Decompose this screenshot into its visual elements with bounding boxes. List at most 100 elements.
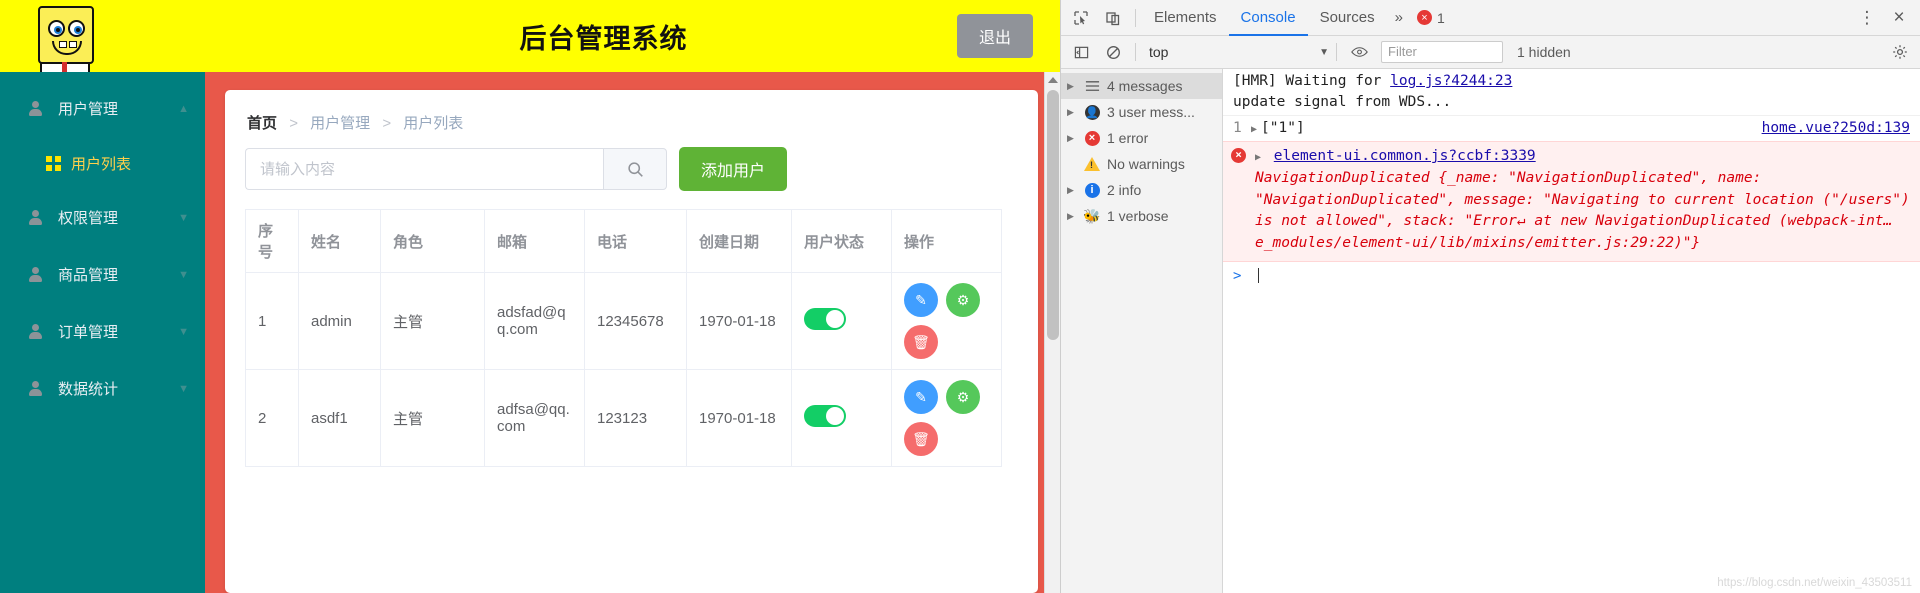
chevron-right-icon[interactable]: ▶ — [1067, 81, 1081, 92]
hmr-source-link[interactable]: log.js?4244:23 — [1390, 73, 1512, 89]
sidebar-item-product-management[interactable]: 商品管理 ▼ — [0, 246, 205, 303]
console-sidebar-icon[interactable] — [1065, 37, 1097, 67]
chevron-down-icon[interactable]: ▼ — [178, 212, 189, 224]
table-header-role: 角色 — [380, 209, 485, 273]
chevron-down-icon[interactable]: ▼ — [178, 383, 189, 395]
settings-icon[interactable]: ⚙ — [946, 283, 980, 317]
object-value[interactable]: ["1"] — [1261, 118, 1305, 139]
chevron-down-icon[interactable]: ▼ — [178, 326, 189, 338]
person-icon — [28, 324, 50, 339]
status-toggle[interactable] — [804, 405, 846, 427]
add-user-button[interactable]: 添加用户 — [679, 147, 788, 191]
console-message-hmr: [HMR] Waiting for log.js?4244:23 update … — [1223, 69, 1920, 115]
cell-date: 1970-01-18 — [686, 272, 792, 370]
error-icon: × — [1416, 10, 1432, 25]
breadcrumb-item-user-list[interactable]: 用户列表 — [403, 115, 463, 132]
chevron-double-right-icon[interactable]: » — [1387, 9, 1411, 26]
sidebar-item-label: 商品管理 — [58, 267, 119, 284]
logout-button[interactable]: 退出 — [956, 14, 1033, 58]
hmr-text-second-line: update signal from WDS... — [1233, 94, 1452, 111]
scrollbar-thumb[interactable] — [1047, 90, 1059, 340]
more-vertical-icon[interactable]: ⋮ — [1852, 8, 1882, 28]
edit-icon[interactable]: ✎ — [904, 380, 938, 414]
sidebar-item-order-management[interactable]: 订单管理 ▼ — [0, 303, 205, 360]
sidebar-item-user-management[interactable]: 用户管理 ▲ — [0, 80, 205, 137]
chevron-right-icon[interactable]: ▶ — [1251, 123, 1257, 138]
table-header-actions: 操作 — [891, 209, 1002, 273]
settings-icon[interactable]: ⚙ — [946, 380, 980, 414]
console-filter-label: 4 messages — [1107, 78, 1183, 94]
cell-name: admin — [298, 272, 381, 370]
person-icon — [28, 101, 50, 116]
chevron-right-icon[interactable]: ▶ — [1067, 185, 1081, 196]
web-app-viewport: 后台管理系统 退出 用户管理 ▲ 用户列表 权限管理 ▼ 商品管理 ▼ 订单管理… — [0, 0, 1060, 593]
breadcrumb-item-home[interactable]: 首页 — [247, 115, 277, 132]
devtools-tabbar: Elements Console Sources » × 1 ⋮ × — [1061, 0, 1920, 36]
person-icon — [28, 267, 50, 282]
watermark: https://blog.csdn.net/weixin_43503511 — [1717, 577, 1912, 589]
page-scrollbar[interactable] — [1044, 72, 1060, 593]
status-toggle[interactable] — [804, 308, 846, 330]
error-source-link[interactable]: element-ui.common.js?ccbf:3339 — [1274, 148, 1536, 164]
breadcrumb: 首页 > 用户管理 > 用户列表 — [245, 108, 1018, 147]
delete-icon[interactable]: 🗑 — [904, 325, 938, 359]
table-header-phone: 电话 — [584, 209, 687, 273]
console-filter-errors[interactable]: ▶ × 1 error — [1061, 125, 1222, 151]
hmr-text: [HMR] Waiting for — [1233, 73, 1382, 89]
cell-phone: 12345678 — [584, 272, 687, 370]
devtools-panel: Elements Console Sources » × 1 ⋮ × top ▼… — [1060, 0, 1920, 593]
chevron-up-icon[interactable]: ▲ — [178, 103, 189, 115]
chevron-down-icon[interactable]: ▼ — [178, 269, 189, 281]
live-expression-icon[interactable] — [1343, 37, 1375, 67]
prompt-symbol: > — [1233, 267, 1242, 284]
delete-icon[interactable]: 🗑 — [904, 422, 938, 456]
cell-status — [791, 369, 892, 467]
chevron-right-icon[interactable]: ▶ — [1067, 211, 1081, 222]
console-filter-label: 2 info — [1107, 182, 1142, 198]
table-header-row: 序号 姓名 角色 邮箱 电话 创建日期 用户状态 操作 — [245, 209, 1002, 273]
search-group — [245, 148, 667, 190]
close-icon[interactable]: × — [1882, 7, 1916, 29]
chevron-right-icon[interactable]: ▶ — [1067, 107, 1081, 118]
sidebar-item-permission-management[interactable]: 权限管理 ▼ — [0, 189, 205, 246]
context-selector[interactable]: top ▼ — [1148, 41, 1330, 63]
console-filter-warnings[interactable]: No warnings — [1061, 151, 1222, 177]
error-count-badge[interactable]: × 1 — [1416, 10, 1445, 26]
console-prompt[interactable]: > — [1223, 262, 1920, 290]
console-output[interactable]: [HMR] Waiting for log.js?4244:23 update … — [1223, 69, 1920, 593]
device-toolbar-icon[interactable] — [1097, 3, 1129, 33]
sidebar-item-label: 用户管理 — [58, 101, 119, 118]
console-message-object: 1 ▶ ["1"] home.vue?250d:139 — [1223, 115, 1920, 141]
page-title: 后台管理系统 — [519, 23, 688, 54]
console-filter-info[interactable]: ▶ i 2 info — [1061, 177, 1222, 203]
clear-console-icon[interactable] — [1097, 37, 1129, 67]
inspect-element-icon[interactable] — [1065, 3, 1097, 33]
warning-icon — [1081, 157, 1103, 171]
gear-icon[interactable] — [1884, 37, 1916, 67]
scroll-up-arrow-icon[interactable] — [1048, 77, 1058, 83]
tab-console[interactable]: Console — [1229, 0, 1308, 36]
person-icon — [28, 381, 50, 396]
table-row: 1 admin 主管 adsfad@qq.com 12345678 1970-0… — [245, 272, 1002, 370]
cell-actions: ✎ ⚙ 🗑 — [891, 369, 1002, 467]
edit-icon[interactable]: ✎ — [904, 283, 938, 317]
search-input[interactable] — [245, 148, 603, 190]
hidden-messages-label[interactable]: 1 hidden — [1517, 44, 1571, 60]
sidebar-item-data-statistics[interactable]: 数据统计 ▼ — [0, 360, 205, 417]
error-icon: × — [1231, 148, 1246, 164]
tab-sources[interactable]: Sources — [1308, 0, 1387, 36]
chevron-right-icon[interactable]: ▶ — [1067, 133, 1081, 144]
tab-elements[interactable]: Elements — [1142, 0, 1229, 36]
breadcrumb-item-user-management[interactable]: 用户管理 — [310, 115, 370, 132]
search-button[interactable] — [603, 148, 667, 190]
console-filter-label: 1 verbose — [1107, 208, 1169, 224]
filter-input[interactable]: Filter — [1381, 41, 1503, 63]
error-icon: × — [1081, 130, 1103, 146]
content-area: 首页 > 用户管理 > 用户列表 请输入内容 添加用户 序号 姓名 角色 邮箱 … — [205, 72, 1060, 593]
sidebar-item-user-list[interactable]: 用户列表 — [0, 137, 205, 189]
console-filter-user-messages[interactable]: ▶ 👤 3 user mess... — [1061, 99, 1222, 125]
console-filter-all-messages[interactable]: ▶ 4 messages — [1061, 73, 1222, 99]
chevron-right-icon[interactable]: ▶ — [1255, 152, 1261, 163]
object-source-link[interactable]: home.vue?250d:139 — [1762, 118, 1910, 139]
console-filter-verbose[interactable]: ▶ 🐝 1 verbose — [1061, 203, 1222, 229]
